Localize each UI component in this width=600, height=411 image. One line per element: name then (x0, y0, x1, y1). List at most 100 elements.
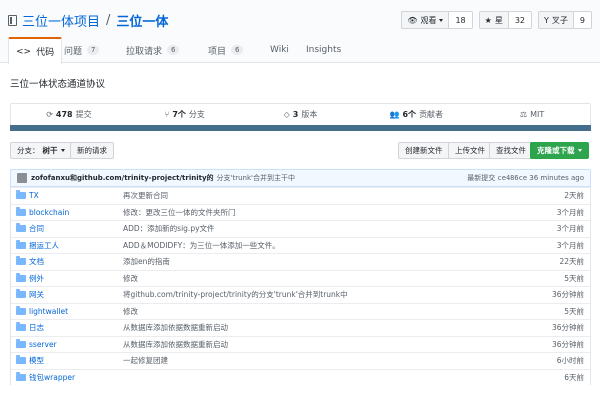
tab-wiki[interactable]: Wiki (270, 37, 289, 63)
upload-files-button[interactable]: 上传文件 (448, 142, 492, 159)
file-row: 捆运工人 ADD＆MODIDFY：为三位一体添加一些文件。 3个月前 (11, 236, 590, 254)
file-row: sserver 从数据库添加依据数据重新启动 36分钟前 (11, 335, 590, 353)
tab-code[interactable]: <> 代码 (8, 37, 63, 64)
repo-description: 三位一体状态通道协议 (10, 79, 106, 90)
code-icon: <> (16, 46, 32, 57)
file-name-link[interactable]: 例外 (29, 273, 44, 284)
folder-icon (16, 322, 26, 332)
file-name-link[interactable]: blockchain (29, 208, 69, 217)
license-summary[interactable]: ⚖ MIT (474, 104, 590, 125)
file-commit-message[interactable]: 修改 (123, 273, 138, 284)
file-row: 网关 将github.com/trinity-project/trinity的分… (11, 286, 590, 303)
tab-projects[interactable]: 项目 6 (208, 37, 244, 63)
create-file-button[interactable]: 创建新文件 (398, 142, 450, 159)
commits-count: 478 (55, 110, 73, 119)
contributors-count: 6个 (402, 110, 417, 119)
folder-icon (16, 305, 26, 315)
contributors-label: 贡献者 (419, 110, 444, 119)
issues-count-badge: 7 (87, 45, 100, 55)
fork-count[interactable]: 9 (573, 11, 592, 29)
commit-message[interactable]: 分支'trunk'合并到主干中 (217, 173, 295, 183)
folder-icon (16, 289, 26, 299)
file-name-link[interactable]: TX (29, 191, 39, 200)
file-age: 5天前 (564, 306, 584, 316)
file-name-link[interactable]: sserver (29, 340, 57, 349)
star-label: 星 (494, 15, 503, 25)
file-name-link[interactable]: 捆运工人 (29, 240, 59, 251)
file-commit-message[interactable]: 添加en的指南 (123, 256, 170, 267)
file-commit-message[interactable]: 修改 (123, 306, 138, 317)
fork-button[interactable]: Y 叉子 (538, 11, 574, 29)
file-name-link[interactable]: 合同 (29, 223, 44, 234)
file-age: 3个月前 (556, 224, 584, 234)
new-pull-request-button[interactable]: 新的请求 (70, 142, 114, 159)
folder-icon (16, 256, 26, 266)
chevron-down-icon (439, 18, 444, 22)
contributors-icon: 👥 (389, 110, 400, 119)
repo-name-link[interactable]: 三位一体 (116, 11, 168, 30)
chevron-down-icon (60, 149, 65, 152)
tag-icon: ◇ (283, 110, 290, 119)
file-commit-message[interactable]: ADD＆MODIDFY：为三位一体添加一些文件。 (123, 240, 280, 251)
repo-tabs: <> 代码 问题 7 拉取请求 6 项目 6 Wiki Insights (0, 37, 600, 64)
star-count[interactable]: 32 (508, 11, 533, 29)
branches-count: 7个 (172, 110, 186, 119)
projects-count-badge: 6 (231, 45, 244, 55)
file-row: 模型 一起修复团建 6小时前 (11, 352, 590, 369)
repo-header: 三位一体项目 / 三位一体 👁 观看 18 ★ 星 32 Y 叉子 9 (0, 0, 600, 37)
releases-summary[interactable]: ◇ 3 版本 (243, 104, 359, 125)
file-age: 6天前 (564, 372, 584, 382)
folder-icon (16, 190, 26, 200)
star-action: ★ 星 32 (478, 11, 533, 29)
clone-label: 克隆或下载 (537, 146, 575, 155)
fork-label: 叉子 (551, 15, 568, 25)
language-bar[interactable] (10, 125, 591, 131)
find-file-button[interactable]: 查找文件 (489, 142, 533, 159)
commit-sha-link[interactable]: ce486ce (498, 174, 528, 182)
commit-age: 36 minutes ago (529, 174, 584, 182)
file-list: TX 再次更新合同 2天前 blockchain 修改：更改三位一体的文件夹所门… (10, 187, 591, 385)
star-button[interactable]: ★ 星 (478, 11, 509, 29)
clone-download-button[interactable]: 克隆或下载 (530, 142, 589, 159)
repo-actions: 👁 观看 18 ★ 星 32 Y 叉子 9 (395, 11, 592, 29)
file-age: 3个月前 (556, 207, 584, 217)
avatar[interactable] (17, 173, 27, 183)
folder-icon (16, 206, 26, 216)
file-commit-message[interactable]: 修改：更改三位一体的文件夹所门 (123, 207, 236, 218)
commits-summary[interactable]: ⟳ 478 提交 (11, 104, 127, 125)
tab-issues[interactable]: 问题 7 (64, 37, 100, 63)
file-name-link[interactable]: 模型 (29, 355, 44, 366)
watch-label: 观看 (420, 15, 437, 25)
branches-summary[interactable]: ⑂ 7个 分支 (127, 104, 243, 125)
watch-count[interactable]: 18 (449, 11, 473, 29)
tab-label: 代码 (36, 48, 55, 58)
eye-icon: 👁 (407, 15, 418, 25)
file-commit-message[interactable]: ADD：添加新的sig.py文件 (123, 223, 215, 234)
tab-pull-requests[interactable]: 拉取请求 6 (126, 37, 180, 63)
watch-button[interactable]: 👁 观看 (401, 11, 450, 29)
file-row: 日志 从数据库添加依据数据重新启动 36分钟前 (11, 319, 590, 336)
releases-label: 版本 (301, 110, 318, 119)
license-icon: ⚖ (519, 110, 528, 119)
branch-icon: ⑂ (164, 110, 170, 119)
file-name-link[interactable]: 文档 (29, 256, 44, 267)
tab-insights[interactable]: Insights (306, 37, 341, 63)
branch-select-button[interactable]: 分支： 树干 (10, 142, 72, 159)
repo-owner-link[interactable]: 三位一体项目 (22, 11, 100, 30)
file-name-link[interactable]: 钱包wrapper (29, 372, 75, 383)
file-commit-message[interactable]: 从数据库添加依据数据重新启动 (123, 322, 228, 333)
watch-action: 👁 观看 18 (401, 11, 473, 29)
file-commit-message[interactable]: 一起修复团建 (123, 355, 168, 366)
file-commit-message[interactable]: 将github.com/trinity-project/trinity的分支't… (123, 289, 348, 300)
repo-title: 三位一体项目 / 三位一体 (8, 11, 168, 30)
numbers-summary: ⟳ 478 提交 ⑂ 7个 分支 ◇ 3 版本 👥 6个 贡献者 ⚖ MIT (10, 103, 591, 125)
file-name-link[interactable]: 网关 (29, 289, 44, 300)
file-commit-message[interactable]: 再次更新合同 (123, 190, 168, 201)
file-name-link[interactable]: 日志 (29, 322, 44, 333)
file-commit-message[interactable]: 从数据库添加依据数据重新启动 (123, 339, 228, 350)
commit-author-link[interactable]: zofofanxu和github.com/trinity-project/tri… (31, 173, 214, 183)
tab-label: 问题 (64, 46, 83, 57)
contributors-summary[interactable]: 👥 6个 贡献者 (358, 104, 474, 125)
folder-icon (16, 338, 26, 348)
file-name-link[interactable]: lightwallet (29, 307, 68, 316)
